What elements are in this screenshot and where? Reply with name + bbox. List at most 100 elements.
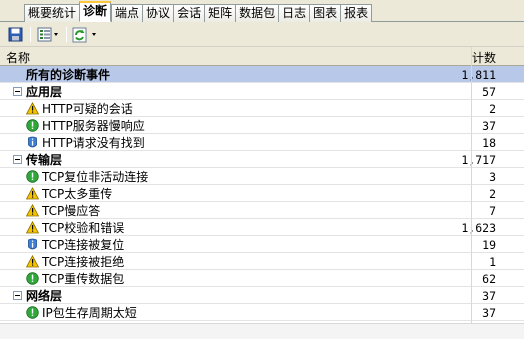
column-header-count[interactable]: 计数 xyxy=(472,49,496,66)
diagnosis-item-label: TCP太多重传 xyxy=(42,187,113,201)
table-footer xyxy=(0,323,524,339)
row-count: 62 xyxy=(482,272,496,286)
row-count: 19 xyxy=(482,238,496,252)
save-button[interactable] xyxy=(8,26,23,43)
diagnosis-item-row[interactable]: TCP重传数据包 62 xyxy=(0,270,524,287)
row-count: 1 xyxy=(489,255,496,269)
tab-charts[interactable]: 图表 xyxy=(309,4,341,22)
diagnosis-item-row[interactable]: TCP太多重传 2 xyxy=(0,185,524,202)
group-name: 网络层 xyxy=(13,289,63,303)
refresh-icon xyxy=(72,27,96,42)
diagnosis-item-label: TCP连接被拒绝 xyxy=(42,255,125,269)
warning-icon xyxy=(26,204,39,217)
tab-sessions[interactable]: 会话 xyxy=(173,4,205,22)
group-label: 网络层 xyxy=(26,289,63,303)
group-name: 应用层 xyxy=(13,85,63,99)
info-icon xyxy=(26,238,39,251)
all-events-label: 所有的诊断事件 xyxy=(26,68,111,82)
save-icon xyxy=(8,27,23,42)
tab-bar: 概要统计 诊断 端点 协议 会话 矩阵 数据包 日志 图表 报表 xyxy=(0,0,524,22)
diagnosis-item-label: TCP复位非活动连接 xyxy=(42,170,149,184)
tab-endpoints[interactable]: 端点 xyxy=(111,4,143,22)
column-divider xyxy=(471,47,472,323)
diagnosis-item-label: TCP重传数据包 xyxy=(42,272,125,286)
row-count: 37 xyxy=(482,289,496,303)
warning-icon xyxy=(26,187,39,200)
diagnosis-table: 名称 计数 所有的诊断事件 1,811 应用层 57 HTTP可疑的会话 2 HTTP服务器… xyxy=(0,47,524,321)
diagnosis-item-name: TCP连接被复位 xyxy=(26,238,125,252)
diagnosis-item-row[interactable]: TCP连接被复位 19 xyxy=(0,236,524,253)
tab-protocols[interactable]: 协议 xyxy=(142,4,174,22)
diagnosis-item-row[interactable]: TCP慢应答 7 xyxy=(0,202,524,219)
group-label: 应用层 xyxy=(26,85,63,99)
row-count: 18 xyxy=(482,136,496,150)
diagnosis-item-label: TCP校验和错误 xyxy=(42,221,125,235)
tab-diagnosis[interactable]: 诊断 xyxy=(79,1,112,22)
diagnosis-item-name: TCP校验和错误 xyxy=(26,221,125,235)
tab-reports[interactable]: 报表 xyxy=(340,4,373,22)
diagnosis-item-row[interactable]: HTTP请求没有找到 18 xyxy=(0,134,524,151)
group-label: 传输层 xyxy=(26,153,63,167)
list-options-button[interactable] xyxy=(37,26,61,43)
diagnosis-item-label: TCP慢应答 xyxy=(42,204,101,218)
diagnosis-item-label: HTTP可疑的会话 xyxy=(42,102,133,116)
diagnosis-item-label: TCP连接被复位 xyxy=(42,238,125,252)
diagnosis-item-name: TCP连接被拒绝 xyxy=(26,255,125,269)
info-icon xyxy=(26,136,39,149)
tab-packets[interactable]: 数据包 xyxy=(235,4,279,22)
all-events-row[interactable]: 所有的诊断事件 1,811 xyxy=(0,66,524,83)
collapse-icon[interactable] xyxy=(13,291,22,300)
column-header-name[interactable]: 名称 xyxy=(6,49,30,66)
row-count: 1,811 xyxy=(461,68,496,82)
table-header: 名称 计数 xyxy=(0,47,524,66)
diagnosis-item-name: HTTP请求没有找到 xyxy=(26,136,145,150)
diagnosis-item-label: IP包生存周期太短 xyxy=(42,306,137,320)
diagnosis-item-name: HTTP服务器慢响应 xyxy=(26,119,145,133)
diagnosis-item-row[interactable]: HTTP服务器慢响应 37 xyxy=(0,117,524,134)
diagnosis-item-name: TCP重传数据包 xyxy=(26,272,125,286)
error-icon xyxy=(26,306,39,319)
list-options-icon xyxy=(37,27,58,42)
collapse-icon[interactable] xyxy=(13,155,22,164)
tab-matrix[interactable]: 矩阵 xyxy=(204,4,236,22)
row-count: 3 xyxy=(489,170,496,184)
refresh-button[interactable] xyxy=(72,26,98,43)
error-icon xyxy=(26,170,39,183)
diagnosis-item-name: TCP慢应答 xyxy=(26,204,101,218)
diagnosis-item-row[interactable]: IP包生存周期太短 37 xyxy=(0,304,524,321)
row-count: 37 xyxy=(482,306,496,320)
diagnosis-item-name: IP包生存周期太短 xyxy=(26,306,137,320)
diagnosis-item-row[interactable]: TCP校验和错误 1,623 xyxy=(0,219,524,236)
tab-log[interactable]: 日志 xyxy=(278,4,310,22)
diagnosis-item-row[interactable]: HTTP可疑的会话 2 xyxy=(0,100,524,117)
toolbar-separator xyxy=(66,27,67,42)
group-row[interactable]: 传输层 1,717 xyxy=(0,151,524,168)
row-count: 37 xyxy=(482,119,496,133)
warning-icon xyxy=(26,102,39,115)
warning-icon xyxy=(26,221,39,234)
row-count: 1,717 xyxy=(461,153,496,167)
group-row[interactable]: 应用层 57 xyxy=(0,83,524,100)
row-count: 2 xyxy=(489,187,496,201)
diagnosis-item-label: HTTP请求没有找到 xyxy=(42,136,145,150)
diagnosis-item-label: HTTP服务器慢响应 xyxy=(42,119,145,133)
collapse-icon[interactable] xyxy=(13,87,22,96)
error-icon xyxy=(26,272,39,285)
diagnosis-item-name: TCP太多重传 xyxy=(26,187,113,201)
diagnosis-item-row[interactable]: TCP复位非活动连接 3 xyxy=(0,168,524,185)
tabs: 概要统计 诊断 端点 协议 会话 矩阵 数据包 日志 图表 报表 xyxy=(24,1,373,22)
row-count: 7 xyxy=(489,204,496,218)
row-count: 57 xyxy=(482,85,496,99)
tab-overview-stats[interactable]: 概要统计 xyxy=(24,4,80,22)
row-count: 2 xyxy=(489,102,496,116)
toolbar-separator xyxy=(30,27,31,42)
warning-icon xyxy=(26,255,39,268)
group-name: 传输层 xyxy=(13,153,63,167)
row-count: 1,623 xyxy=(461,221,496,235)
diagnosis-item-name: HTTP可疑的会话 xyxy=(26,102,133,116)
group-row[interactable]: 网络层 37 xyxy=(0,287,524,304)
error-icon xyxy=(26,119,39,132)
toolbar xyxy=(0,22,524,47)
diagnosis-item-row[interactable]: TCP连接被拒绝 1 xyxy=(0,253,524,270)
diagnosis-item-name: TCP复位非活动连接 xyxy=(26,170,149,184)
